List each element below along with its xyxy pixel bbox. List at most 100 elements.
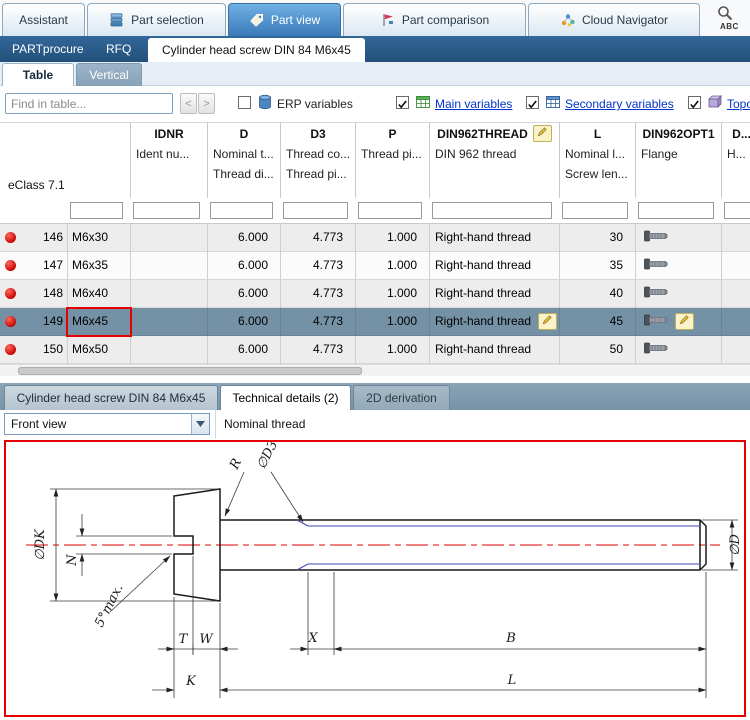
filter-input-DIN962OPT1[interactable] <box>638 202 714 219</box>
cell-DIN962OPT1 <box>635 308 721 336</box>
column-sublabel <box>356 164 429 184</box>
chevron-down-icon <box>196 421 205 427</box>
cell-D3: 4.773 <box>280 308 355 336</box>
column-header-L[interactable]: LNominal l...Screw len... <box>559 123 635 198</box>
cell-IDNR <box>130 224 207 252</box>
tab-cloud-navigator[interactable]: Cloud Navigator <box>528 3 700 36</box>
secondary-variables-link[interactable]: Secondary variables <box>565 97 674 111</box>
tab-vertical[interactable]: Vertical <box>76 63 142 86</box>
tab-part-view[interactable]: Part view <box>228 3 341 36</box>
column-label: IDNR <box>131 123 207 144</box>
dim-label-d3: ∅D3 <box>254 442 281 472</box>
cell-DIN962OPT1 <box>635 252 721 280</box>
edit-pencil-button[interactable] <box>533 125 552 142</box>
parts-table: IDNRIdent nu...DNominal t...Thread di...… <box>0 123 750 364</box>
column-header-D[interactable]: DNominal t...Thread di... <box>207 123 280 198</box>
view-select[interactable]: Front view <box>4 413 210 435</box>
detail-tab-bar: Cylinder head screw DIN 84 M6x45 Technic… <box>0 383 750 410</box>
column-sublabel <box>131 164 207 184</box>
column-label: P <box>356 123 429 144</box>
row-number: 147 <box>22 252 67 280</box>
column-header-DIN962OPT1[interactable]: DIN962OPT1Flange <box>635 123 721 198</box>
eclass-label: eClass 7.1 <box>8 178 65 192</box>
filter-input-DIN962THREAD[interactable] <box>432 202 552 219</box>
status-dot <box>5 288 16 299</box>
part-name-cell: M6x35 <box>67 252 130 280</box>
find-in-table-input[interactable] <box>5 93 173 114</box>
view-select-dropdown-button[interactable] <box>191 414 209 434</box>
cell-D: 6.000 <box>207 252 280 280</box>
column-sublabel: Ident nu... <box>131 144 207 164</box>
cell-L: 40 <box>559 280 635 308</box>
cell-DIN962THREAD: Right-hand thread <box>429 308 559 336</box>
dimension-labels: ∅DK N 5°max. R ∅D3 T W K X B L ∅D <box>33 442 743 689</box>
cell-D... <box>721 308 750 336</box>
erp-variables-checkbox[interactable] <box>238 96 251 109</box>
doc-tab-rfq[interactable]: RFQ <box>106 36 131 62</box>
column-header-D3[interactable]: D3Thread co...Thread pi... <box>280 123 355 198</box>
table-row-M6x50[interactable]: 150M6x506.0004.7731.000Right-hand thread… <box>0 336 750 364</box>
tab-part-comparison[interactable]: Part comparison <box>343 3 526 36</box>
column-sublabel <box>722 164 750 184</box>
main-variables-checkbox[interactable] <box>396 96 409 109</box>
search-button[interactable]: ABC <box>702 2 750 36</box>
column-sublabel: Thread pi... <box>281 164 355 184</box>
cell-L: 35 <box>559 252 635 280</box>
screw-thumbnail <box>644 281 668 307</box>
filter-input-D[interactable] <box>210 202 273 219</box>
filter-input-D...[interactable] <box>724 202 750 219</box>
column-sublabel: Flange <box>636 144 721 164</box>
tab-part-view-label: Part view <box>271 13 320 27</box>
table-view-tabs: Table Vertical <box>0 62 750 86</box>
cell-IDNR <box>130 336 207 364</box>
next-button[interactable]: > <box>198 93 215 114</box>
cell-D... <box>721 280 750 308</box>
topo-checkbox[interactable] <box>688 96 701 109</box>
tab-table[interactable]: Table <box>2 63 74 86</box>
edit-pencil-button[interactable] <box>538 313 557 330</box>
dim-label-t: T <box>179 632 189 647</box>
table-row-M6x45[interactable]: 149M6x456.0004.7731.000Right-hand thread… <box>0 308 750 336</box>
column-sublabel: Nominal l... <box>560 144 635 164</box>
edit-pencil-button[interactable] <box>675 313 694 330</box>
table-header: IDNRIdent nu...DNominal t...Thread di...… <box>0 123 750 198</box>
tab-2d-derivation[interactable]: 2D derivation <box>353 385 450 410</box>
filter-input-P[interactable] <box>358 202 422 219</box>
table-row-M6x35[interactable]: 147M6x356.0004.7731.000Right-hand thread… <box>0 252 750 280</box>
column-header-P[interactable]: PThread pi... <box>355 123 429 198</box>
column-sublabel: Thread pi... <box>356 144 429 164</box>
main-variables-link[interactable]: Main variables <box>435 97 512 111</box>
column-header-IDNR[interactable]: IDNRIdent nu... <box>130 123 207 198</box>
cell-D3: 4.773 <box>280 280 355 308</box>
filter-input-name[interactable] <box>70 202 123 219</box>
scrollbar-thumb[interactable] <box>18 367 362 375</box>
table-row-M6x30[interactable]: 146M6x306.0004.7731.000Right-hand thread… <box>0 224 750 252</box>
doc-tab-partprocure[interactable]: PARTprocure <box>12 36 84 62</box>
cell-DIN962THREAD: Right-hand thread <box>429 252 559 280</box>
filter-input-L[interactable] <box>562 202 628 219</box>
status-dot <box>5 232 16 243</box>
tab-part-comparison-label: Part comparison <box>402 13 489 27</box>
prev-button[interactable]: < <box>180 93 197 114</box>
tab-part-detail[interactable]: Cylinder head screw DIN 84 M6x45 <box>4 385 218 410</box>
search-icon <box>716 4 734 22</box>
tab-assistant[interactable]: Assistant <box>2 3 85 36</box>
filter-input-IDNR[interactable] <box>133 202 200 219</box>
horizontal-scrollbar[interactable] <box>0 364 750 376</box>
part-name-cell: M6x50 <box>67 336 130 364</box>
column-sublabel: H... <box>722 144 750 164</box>
column-sublabel: DIN 962 thread <box>430 144 559 164</box>
topo-link[interactable]: Topo... <box>727 97 750 111</box>
filter-input-D3[interactable] <box>283 202 348 219</box>
dim-label-b: B <box>505 631 516 646</box>
doc-tab-active[interactable]: Cylinder head screw DIN 84 M6x45 <box>148 38 365 62</box>
secondary-variables-checkbox[interactable] <box>526 96 539 109</box>
cell-IDNR <box>130 280 207 308</box>
column-header-D...[interactable]: D...H... <box>721 123 750 198</box>
tab-part-selection[interactable]: Part selection <box>87 3 226 36</box>
column-header-DIN962THREAD[interactable]: DIN962THREADDIN 962 thread <box>429 123 559 198</box>
cell-D3: 4.773 <box>280 224 355 252</box>
tab-technical-details[interactable]: Technical details (2) <box>220 385 351 410</box>
table-row-M6x40[interactable]: 148M6x406.0004.7731.000Right-hand thread… <box>0 280 750 308</box>
erp-variables-label: ERP variables <box>277 97 353 111</box>
